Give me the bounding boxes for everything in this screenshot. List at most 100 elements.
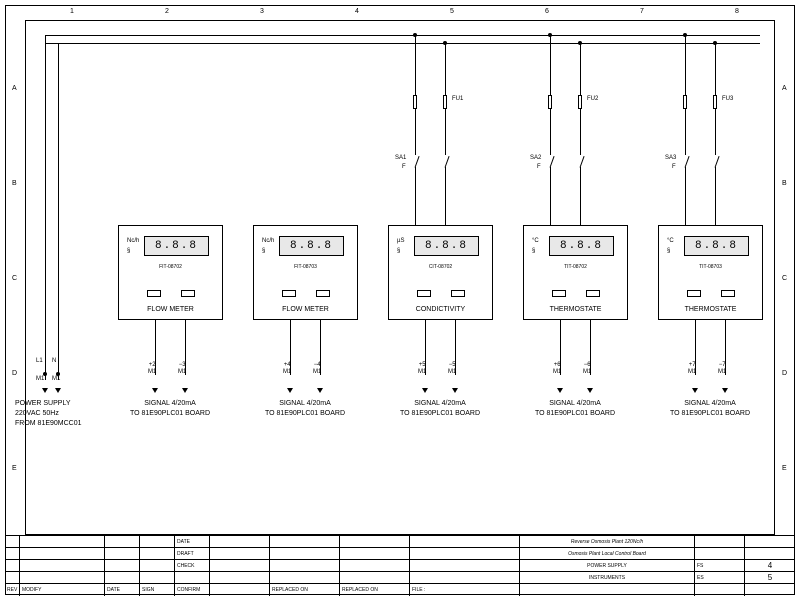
m4-term-R: −6 M1 [583,362,591,375]
ps-label-3: FROM 81E90MCC01 [15,420,105,428]
sw-3-label: SA3 [665,155,676,161]
fuse-2-label: FU2 [587,96,598,102]
m2-arrow-R [317,388,323,393]
meter-2-btn-2 [316,290,330,297]
m3-feed-R [445,43,446,225]
m5-sig2: TO 81E90PLC01 BOARD [655,410,765,418]
m4-feed-R [580,43,581,225]
meter-5: °C § 8.8.8 TIT-08703 THERMOSTATE [658,225,763,320]
grid-row-a-left: A [12,85,17,92]
fuse-2-L [548,95,552,109]
m1-arrow-R [182,388,188,393]
grid-col-3-top: 3 [260,8,264,15]
title-block: DATE Reverse Osmosis Plant 120Nc/h DRAFT… [5,535,795,595]
fuse-3-label: FU3 [722,96,733,102]
grid-row-c-left: C [12,275,17,282]
tb-date-h: DATE [175,536,210,547]
grid-row-d-right: D [782,370,787,377]
tb-sheet1: POWER SUPPLY [520,560,695,571]
m4-arrow-R [587,388,593,393]
tb-fs: FS [695,560,745,571]
tb-confirm-h: CONFIRM [175,584,210,596]
meter-3-display: 8.8.8 [414,236,479,256]
m4-feed-L [550,35,551,225]
grid-col-5-top: 5 [450,8,454,15]
meter-5-tag: TIT-08703 [659,264,762,270]
meter-4-btn-2 [586,290,600,297]
tb-fs-val: 4 [745,560,795,571]
meter-1-display: 8.8.8 [144,236,209,256]
tb-proj2: Osmosis Plant Local Control Board [520,548,695,559]
grid-row-e-left: E [12,465,17,472]
meter-1-unit: Nc/h [127,238,139,244]
meter-2-btn-1 [282,290,296,297]
busbar-L [45,35,760,36]
m2-sig2: TO 81E90PLC01 BOARD [250,410,360,418]
m4-term-L: +6 M1 [553,362,561,375]
fuse-2-R [578,95,582,109]
meter-2-sym: § [262,248,265,254]
busbar-N [45,43,760,44]
meter-3-btns [389,290,492,297]
m5-feed-R [715,43,716,225]
m5-tap-R [713,41,717,45]
drawing-sheet: 1 2 3 4 5 6 7 8 A B C D E A B C D E L1 N… [0,0,800,600]
meter-1-sym: § [127,248,130,254]
ps-label-1: POWER SUPPLY [15,400,105,408]
ps-arrow-L [42,388,48,393]
meter-4-btn-1 [552,290,566,297]
m3-tap-R [443,41,447,45]
sw-3-note: F [672,164,676,170]
ps-wire-L [45,35,46,380]
meter-3-label: CONDICTIVITY [389,306,492,313]
meter-5-display: 8.8.8 [684,236,749,256]
meter-1: Nc/h § 8.8.8 FIT-08702 FLOW METER [118,225,223,320]
tb-draft-h: DRAFT [175,548,210,559]
meter-5-btn-1 [687,290,701,297]
meter-2-display: 8.8.8 [279,236,344,256]
meter-5-sym: § [667,248,670,254]
meter-2-unit: Nc/h [262,238,274,244]
meter-5-unit: °C [667,238,674,244]
m3-sig1: SIGNAL 4/20mA [385,400,495,408]
m3-tap-L [413,33,417,37]
ps-term-L-label: L1 [36,358,43,365]
meter-3-btn-1 [417,290,431,297]
meter-4-sym: § [532,248,535,254]
sw-1-note: F [402,164,406,170]
m4-sig2: TO 81E90PLC01 BOARD [520,410,630,418]
meter-3-sym: § [397,248,400,254]
meter-4-display: 8.8.8 [549,236,614,256]
m5-tap-L [683,33,687,37]
grid-col-1-top: 1 [70,8,74,15]
sw-1-label: SA1 [395,155,406,161]
meter-5-btns [659,290,762,297]
grid-row-b-right: B [782,180,787,187]
meter-1-btns [119,290,222,297]
m2-term-L: +4 M1 [283,362,291,375]
m3-arrow-R [452,388,458,393]
meter-4-label: THERMOSTATE [524,306,627,313]
sw-2-label: SA2 [530,155,541,161]
meter-1-label: FLOW METER [119,306,222,313]
grid-col-4-top: 4 [355,8,359,15]
sw-2-note: F [537,164,541,170]
tb-es-val: 5 [745,572,795,583]
grid-row-b-left: B [12,180,17,187]
grid-col-7-top: 7 [640,8,644,15]
meter-1-btn-2 [181,290,195,297]
meter-4-btns [524,290,627,297]
tb-modify-h: MODIFY [20,584,105,596]
m4-sig1: SIGNAL 4/20mA [520,400,630,408]
m2-arrow-L [287,388,293,393]
tb-check-h: CHECK [175,560,210,571]
m4-tap-R [578,41,582,45]
ps-m-N: M1 [52,376,60,383]
grid-col-8-top: 8 [735,8,739,15]
grid-row-e-right: E [782,465,787,472]
m5-term-L: +7 M1 [688,362,696,375]
tb-replon2-h: REPLACED ON [340,584,410,596]
ps-wire-N [58,43,59,380]
meter-1-btn-1 [147,290,161,297]
grid-row-a-right: A [782,85,787,92]
